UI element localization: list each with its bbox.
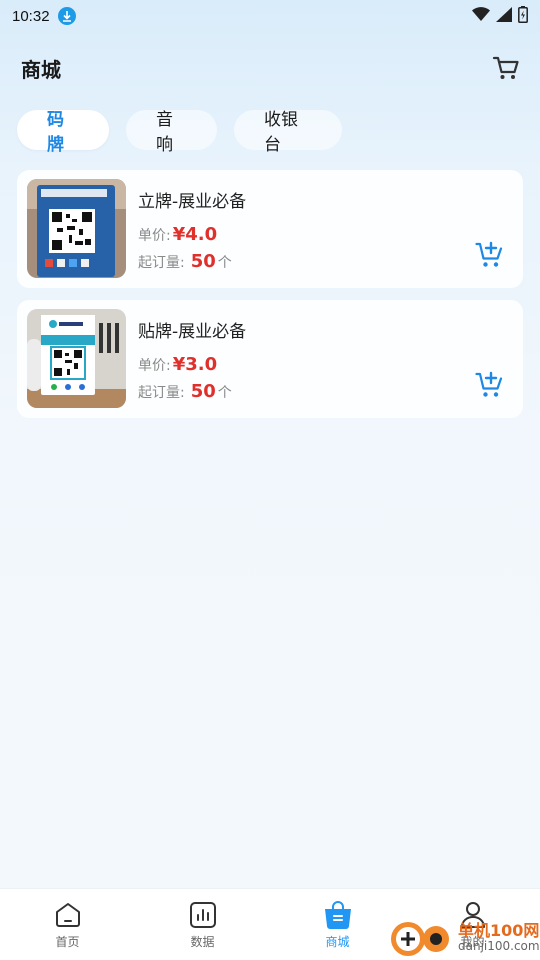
home-icon (55, 903, 80, 927)
product-info: 立牌-展业必备 单价: ¥4.0 起订量: 50 个 (138, 179, 246, 272)
product-card[interactable]: 立牌-展业必备 单价: ¥4.0 起订量: 50 个 (17, 170, 523, 288)
price-label: 单价: (138, 228, 171, 244)
chart-icon (189, 902, 216, 928)
nav-label: 商城 (325, 935, 350, 949)
cart-icon (492, 56, 519, 79)
moq-unit: 个 (217, 385, 232, 401)
add-to-cart-icon (475, 371, 503, 397)
watermark-url: danji100.com (458, 938, 540, 953)
nav-home[interactable]: 首页 (0, 889, 135, 960)
moq-label: 起订量: (138, 385, 185, 401)
product-list: 立牌-展业必备 单价: ¥4.0 起订量: 50 个 贴牌-展业必备 单价: ¥… (17, 170, 523, 430)
signal-icon (496, 6, 512, 26)
watermark-title: 单机100网 (458, 920, 540, 940)
moq-unit: 个 (217, 255, 232, 271)
price-row: 单价: ¥4.0 (138, 224, 246, 245)
header: 商城 (0, 44, 540, 92)
shop-bag-icon (324, 901, 351, 929)
status-time: 10:32 (12, 7, 50, 25)
status-bar: 10:32 (0, 0, 540, 32)
product-name: 立牌-展业必备 (138, 192, 247, 212)
tab-cashier[interactable]: 收银台 (234, 110, 342, 155)
battery-icon (518, 5, 528, 27)
watermark: 单机100网 danji100.com (388, 915, 540, 960)
nav-label: 数据 (190, 935, 215, 949)
page-title: 商城 (21, 57, 61, 82)
wifi-icon (472, 7, 490, 25)
product-image (27, 309, 126, 408)
tab-qrcode-sign[interactable]: 码牌 (17, 110, 109, 155)
product-info: 贴牌-展业必备 单价: ¥3.0 起订量: 50 个 (138, 309, 246, 402)
tab-speaker[interactable]: 音响 (126, 110, 217, 155)
add-to-cart-button[interactable] (475, 240, 505, 270)
price-value: ¥4.0 (172, 224, 218, 245)
moq-row: 起订量: 50 个 (138, 381, 246, 402)
download-icon (57, 7, 76, 25)
product-image (27, 179, 126, 278)
nav-label: 首页 (55, 935, 80, 949)
add-to-cart-button[interactable] (475, 370, 505, 400)
moq-value: 50 (190, 381, 216, 402)
nav-shop[interactable]: 商城 (270, 889, 405, 960)
price-label: 单价: (138, 358, 171, 374)
moq-value: 50 (190, 251, 216, 272)
product-name: 贴牌-展业必备 (138, 322, 247, 342)
price-row: 单价: ¥3.0 (138, 354, 246, 375)
category-tabs: 码牌 音响 收银台 (17, 110, 342, 155)
add-to-cart-icon (475, 241, 503, 267)
watermark-logo-icon (391, 921, 449, 956)
cart-button[interactable] (490, 52, 522, 84)
nav-data[interactable]: 数据 (135, 889, 270, 960)
moq-row: 起订量: 50 个 (138, 251, 246, 272)
moq-label: 起订量: (138, 255, 185, 271)
product-card[interactable]: 贴牌-展业必备 单价: ¥3.0 起订量: 50 个 (17, 300, 523, 418)
price-value: ¥3.0 (172, 354, 218, 375)
